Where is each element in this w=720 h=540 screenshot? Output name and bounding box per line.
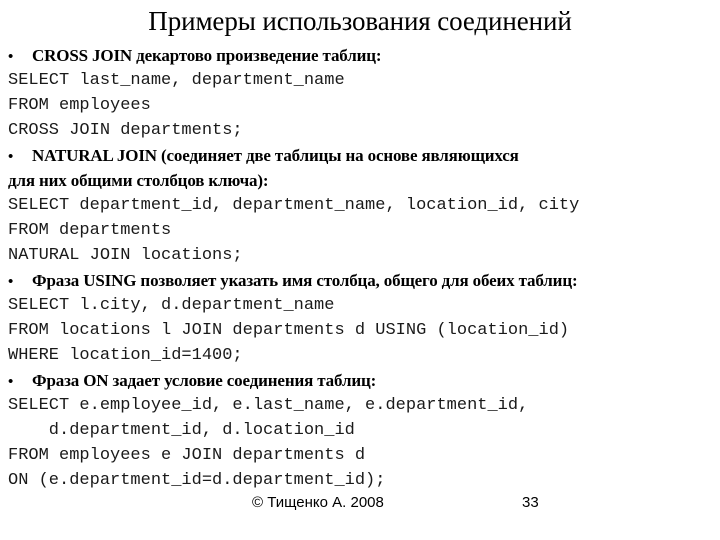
slide-canvas: Примеры использования соединений • CROSS … <box>0 0 720 540</box>
code-line: NATURAL JOIN locations; <box>8 246 243 265</box>
code-line: SELECT e.employee_id, e.last_name, e.dep… <box>8 396 529 415</box>
bullet-dot-icon: • <box>8 274 14 290</box>
bullet-text: Фраза ON задает условие соединения табли… <box>32 371 377 390</box>
code-line: FROM employees e JOIN departments d <box>8 446 366 465</box>
code-line: CROSS JOIN departments; <box>8 121 243 140</box>
bullet-line: • CROSS JOIN декартово произведение табли… <box>0 43 720 68</box>
code-line: WHERE location_id=1400; <box>8 346 243 365</box>
bullet-text: CROSS JOIN декартово произведение таблиц… <box>32 46 382 65</box>
bullet-text: NATURAL JOIN (соединяет две таблицы на о… <box>32 146 519 165</box>
code-line: d.department_id, d.location_id <box>8 421 355 440</box>
bullet-line: • NATURAL JOIN (соединяет две таблицы на … <box>0 143 720 168</box>
code-line: FROM employees <box>8 96 151 115</box>
bullet-dot-icon: • <box>8 49 14 65</box>
footer-copyright: © Тищенко А. 2008 <box>252 494 384 511</box>
code-line: SELECT l.city, d.department_name <box>8 296 335 315</box>
slide-footer: © Тищенко А. 2008 33 <box>0 492 720 514</box>
bullet-line: • Фраза ON задает условие соединения табл… <box>0 368 720 393</box>
footer-page-number: 33 <box>522 494 539 511</box>
bullet-dot-icon: • <box>8 149 14 165</box>
bullet-continuation-line: для них общими столбцов ключа): <box>8 171 269 190</box>
bullet-text: Фраза USING позволяет указать имя столбц… <box>32 271 578 290</box>
code-line: FROM locations l JOIN departments d USIN… <box>8 321 570 340</box>
slide-body: • CROSS JOIN декартово произведение табли… <box>0 43 720 493</box>
code-line: SELECT department_id, department_name, l… <box>8 196 580 215</box>
bullet-line: • Фраза USING позволяет указать имя столб… <box>0 268 720 293</box>
bullet-dot-icon: • <box>8 374 14 390</box>
code-line: ON (e.department_id=d.department_id); <box>8 471 386 490</box>
code-line: SELECT last_name, department_name <box>8 71 345 90</box>
code-line: FROM departments <box>8 221 172 240</box>
page-title: Примеры использования соединений <box>148 6 572 36</box>
